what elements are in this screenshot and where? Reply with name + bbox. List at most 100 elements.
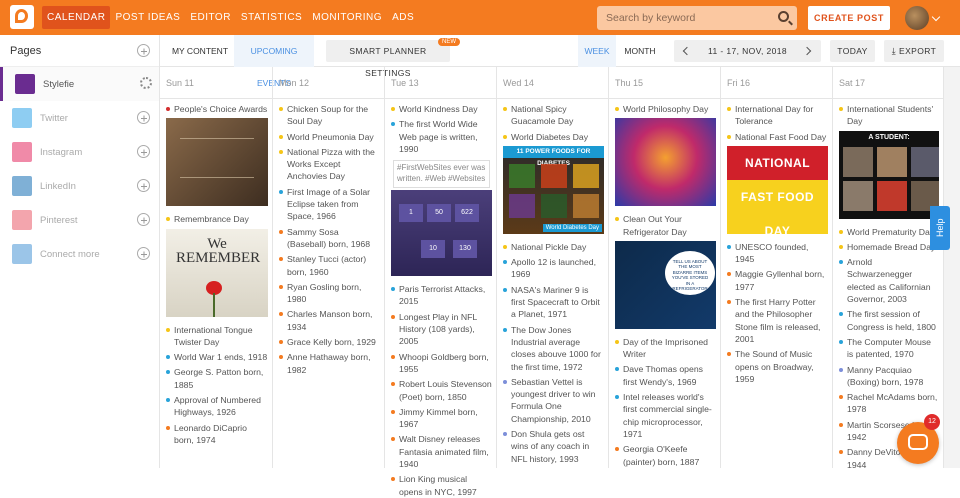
search-box[interactable]: Search by keyword <box>597 6 797 30</box>
calendar-event[interactable]: Maggie Gyllenhal born, 1977 <box>727 268 828 293</box>
sidebar-item-twitter[interactable]: Twitter <box>0 101 159 135</box>
add-plus-icon[interactable] <box>137 213 150 226</box>
add-plus-icon[interactable] <box>137 247 150 260</box>
week-view-button[interactable]: WEEK <box>578 35 616 67</box>
search-icon[interactable] <box>778 11 789 22</box>
add-page-plus-icon[interactable] <box>137 44 150 57</box>
add-plus-icon[interactable] <box>137 111 150 124</box>
post-image-first-website[interactable]: #FirstWebSites ever was written. #Web #W… <box>391 158 492 277</box>
add-plus-icon[interactable] <box>137 145 150 158</box>
calendar-event[interactable]: Apollo 12 is launched, 1969 <box>503 256 604 281</box>
post-image-quote[interactable] <box>166 118 268 207</box>
calendar-event[interactable]: World Philosophy Day <box>615 103 716 115</box>
calendar-event[interactable]: Anne Hathaway born, 1982 <box>279 351 380 376</box>
post-image-philosophy[interactable] <box>615 118 716 207</box>
calendar-event[interactable]: Intel releases world's first commercial … <box>615 391 716 440</box>
day-column[interactable]: Wed 14 National Spicy Guacamole Day World … <box>497 67 609 468</box>
calendar-event[interactable]: Leonardo DiCaprio born, 1974 <box>166 422 268 447</box>
calendar-event[interactable]: Stanley Tucci (actor) born, 1960 <box>279 253 380 278</box>
calendar-event[interactable]: People's Choice Awards <box>166 103 268 115</box>
day-column[interactable]: Thu 15 World Philosophy Day Clean Out Your… <box>609 67 721 468</box>
calendar-event[interactable]: The first World Wide Web page is written… <box>391 118 492 155</box>
calendar-event[interactable]: World Pneumonia Day <box>279 131 380 143</box>
search-input[interactable]: Search by keyword <box>606 12 695 24</box>
help-tab[interactable]: Help <box>930 206 950 250</box>
post-image-remembrance[interactable]: We REMEMBER <box>166 228 268 317</box>
calendar-event[interactable]: Lion King musical opens in NYC, 1997 <box>391 473 492 498</box>
calendar-event[interactable]: Whoopi Goldberg born, 1955 <box>391 351 492 376</box>
calendar-event[interactable]: Manny Pacquiao (Boxing) born, 1978 <box>839 364 939 389</box>
calendar-event[interactable]: Chicken Soup for the Soul Day <box>279 103 380 128</box>
calendar-event[interactable]: World Kindness Day <box>391 103 492 115</box>
calendar-event[interactable]: Day of the Imprisoned Writer <box>615 336 716 361</box>
vertical-scrollbar[interactable] <box>944 67 960 468</box>
calendar-event[interactable]: Sammy Sosa (Baseball) born, 1968 <box>279 226 380 251</box>
nav-item-calendar[interactable]: CALENDAR <box>42 6 111 29</box>
calendar-event[interactable]: The first session of Congress is held, 1… <box>839 308 939 333</box>
nav-item-ads[interactable]: ADS <box>387 6 419 29</box>
calendar-event[interactable]: The Sound of Music opens on Broadway, 19… <box>727 348 828 385</box>
day-column[interactable]: Sun 11 People's Choice Awards Remembrance … <box>160 67 273 468</box>
calendar-event[interactable]: Charles Manson born, 1934 <box>279 308 380 333</box>
calendar-event[interactable]: World Prematurity Day <box>839 226 939 238</box>
calendar-event[interactable]: National Spicy Guacamole Day <box>503 103 604 128</box>
calendar-event[interactable]: Arnold Schwarzenegger elected as Califor… <box>839 256 939 305</box>
calendar-event[interactable]: The Computer Mouse is patented, 1970 <box>839 336 939 361</box>
calendar-event[interactable]: Homemade Bread Day <box>839 241 939 253</box>
calendar-event[interactable]: Jimmy Kimmel born, 1967 <box>391 406 492 431</box>
calendar-event[interactable]: The Dow Jones Industrial average closes … <box>503 324 604 373</box>
calendar-event[interactable]: World Diabetes Day <box>503 131 604 143</box>
nav-item-statistics[interactable]: STATISTICS <box>236 6 307 29</box>
calendar-event[interactable]: National Pizza with the Works Except Anc… <box>279 146 380 183</box>
calendar-event[interactable]: Walt Disney releases Fantasia animated f… <box>391 433 492 470</box>
calendar-event[interactable]: First Image of a Solar Eclipse taken fro… <box>279 186 380 223</box>
calendar-event[interactable]: Rachel McAdams born, 1978 <box>839 391 939 416</box>
calendar-event[interactable]: World War 1 ends, 1918 <box>166 351 268 363</box>
calendar-event[interactable]: Don Shula gets ost wins of any coach in … <box>503 428 604 465</box>
tab-upcoming-events[interactable]: UPCOMING EVENTS <box>234 35 314 88</box>
calendar-event[interactable]: International Students' Day <box>839 103 939 128</box>
calendar-event[interactable]: Grace Kelly born, 1929 <box>279 336 380 348</box>
day-column[interactable]: Tue 13 World Kindness Day The first World … <box>385 67 497 497</box>
calendar-event[interactable]: UNESCO founded, 1945 <box>727 241 828 266</box>
day-column[interactable]: Sat 17 International Students' Day A STUDE… <box>833 67 944 470</box>
calendar-event[interactable]: National Fast Food Day <box>727 131 828 143</box>
calendar-event[interactable]: Dave Thomas opens first Wendy's, 1969 <box>615 363 716 388</box>
calendar-event[interactable]: Longest Play in NFL History (108 yards),… <box>391 311 492 348</box>
calendar-event[interactable]: Ryan Gosling born, 1980 <box>279 281 380 306</box>
user-avatar[interactable] <box>905 6 929 30</box>
nav-item-post-ideas[interactable]: POST IDEAS <box>110 6 185 29</box>
create-post-button[interactable]: CREATE POST <box>808 6 890 30</box>
sidebar-item-instagram[interactable]: Instagram <box>0 135 159 169</box>
sidebar-item-connect-more[interactable]: Connect more <box>0 237 159 271</box>
calendar-event[interactable]: George S. Patton born, 1885 <box>166 366 268 391</box>
chevron-right-icon[interactable] <box>802 46 812 56</box>
calendar-event[interactable]: National Pickle Day <box>503 241 604 253</box>
post-image-power-foods[interactable]: 11 POWER FOODS FOR DIABETES World Diabete… <box>503 145 604 234</box>
chevron-left-icon[interactable] <box>682 46 692 56</box>
calendar-event[interactable]: Remembrance Day <box>166 213 268 225</box>
nav-item-monitoring[interactable]: MONITORING <box>307 6 387 29</box>
post-image-fast-food[interactable]: NATIONAL FAST FOOD DAY <box>727 145 828 234</box>
day-column[interactable]: Fri 16 International Day for Tolerance Nat… <box>721 67 833 468</box>
calendar-event[interactable]: Georgia O'Keefe (painter) born, 1887 <box>615 443 716 468</box>
month-view-button[interactable]: MONTH <box>620 35 660 67</box>
sidebar-item-linkedin[interactable]: LinkedIn <box>0 169 159 203</box>
calendar-event[interactable]: International Day for Tolerance <box>727 103 828 128</box>
calendar-event[interactable]: Robert Louis Stevenson (Poet) born, 1850 <box>391 378 492 403</box>
day-column[interactable]: Mon 12 Chicken Soup for the Soul Day World… <box>273 67 385 468</box>
calendar-event[interactable]: International Tongue Twister Day <box>166 324 268 349</box>
export-button[interactable]: ⤓ EXPORT <box>884 40 944 62</box>
post-image-refrigerator[interactable]: TELL US ABOUT THE MOST BIZARRE ITEMS YOU… <box>615 240 716 329</box>
calendar-event[interactable]: Approval of Numbered Highways, 1926 <box>166 394 268 419</box>
nav-item-editor[interactable]: EDITOR <box>185 6 236 29</box>
calendar-event[interactable]: NASA's Mariner 9 is first Spacecraft to … <box>503 284 604 321</box>
smart-planner-settings-button[interactable]: SMART PLANNER SETTINGS <box>326 40 450 78</box>
calendar-event[interactable]: The first Harry Potter and the Philosoph… <box>727 296 828 345</box>
calendar-event[interactable]: Paris Terrorist Attacks, 2015 <box>391 283 492 308</box>
gear-icon[interactable] <box>140 77 152 89</box>
add-plus-icon[interactable] <box>137 179 150 192</box>
sidebar-item-pinterest[interactable]: Pinterest <box>0 203 159 237</box>
sidebar-item-stylefie[interactable]: Stylefie <box>0 67 159 101</box>
chevron-down-icon[interactable] <box>931 12 941 22</box>
